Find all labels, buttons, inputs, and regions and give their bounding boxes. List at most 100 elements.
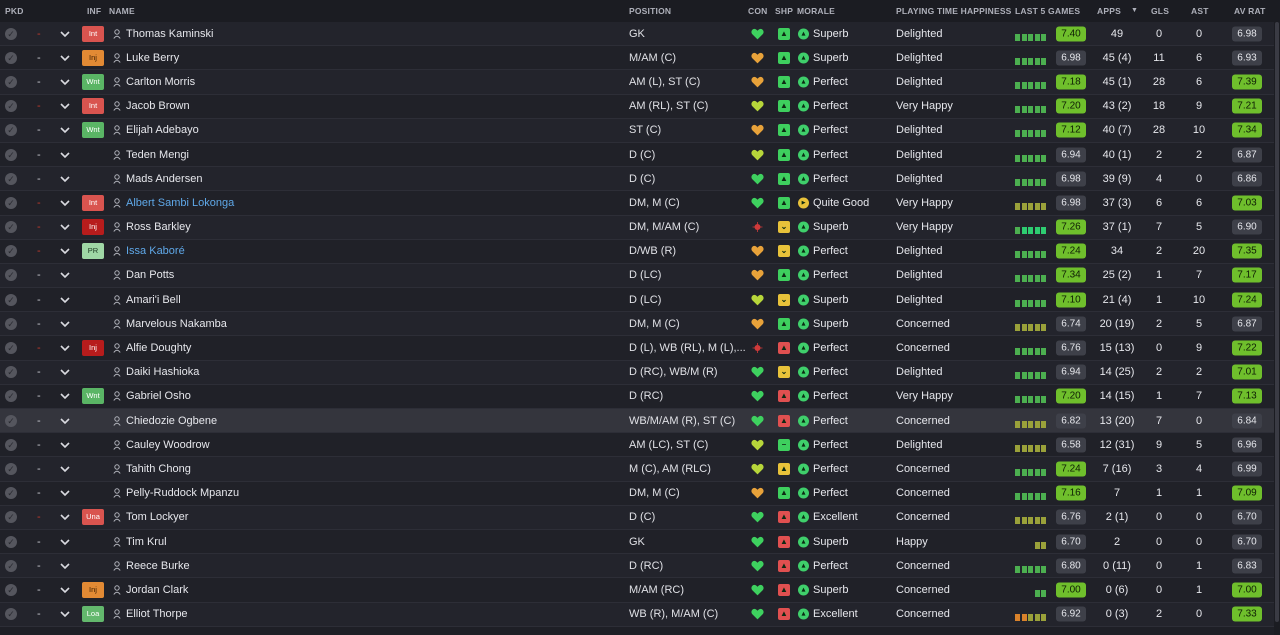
pick-toggle-icon[interactable]: ✓ [5, 462, 17, 475]
pick-toggle-icon[interactable]: ✓ [5, 51, 17, 64]
inf-badge[interactable]: Wnt [82, 73, 104, 90]
player-name[interactable]: Reece Burke [126, 560, 190, 572]
pick-toggle-icon[interactable]: ✓ [5, 559, 17, 572]
col-name[interactable]: NAME [109, 6, 135, 16]
player-name[interactable]: Issa Kaboré [126, 245, 185, 257]
pick-toggle-icon[interactable]: ✓ [5, 27, 17, 40]
chevron-down-icon[interactable] [60, 440, 70, 450]
chevron-down-icon[interactable] [60, 537, 70, 547]
table-row[interactable]: ✓ - Dan Potts D (LC) ▲ ▴ Perfect Delighted 7.34 2… [0, 263, 1274, 289]
table-row[interactable]: ✓ - Reece Burke D (RC) ▲ ▴ Perfect Concerned 6.8… [0, 554, 1274, 579]
chevron-down-icon[interactable] [60, 29, 70, 39]
table-row[interactable]: ✓ - Tim Krul GK ▲ ▴ Superb Happy 6.70 2 0 0 6.70 [0, 529, 1274, 555]
player-name[interactable]: Amari'i Bell [126, 294, 181, 306]
table-row[interactable]: ✓ - Cauley Woodrow AM (LC), ST (C) – ▴ Perfect… [0, 433, 1274, 458]
player-name[interactable]: Pelly-Ruddock Mpanzu [126, 487, 239, 499]
player-name[interactable]: Cauley Woodrow [126, 439, 210, 451]
player-name[interactable]: Teden Mengi [126, 149, 189, 161]
player-name[interactable]: Dan Potts [126, 269, 174, 281]
player-name[interactable]: Marvelous Nakamba [126, 318, 227, 330]
inf-badge[interactable]: Int [82, 194, 104, 211]
table-row[interactable]: ✓ - Wnt Carlton Morris AM (L), ST (C) ▲ ▴ Perfe… [0, 70, 1274, 95]
chevron-down-icon[interactable] [60, 222, 70, 232]
table-row[interactable]: ✓ - PR Issa Kaboré D/WB (R) ⌄ ▴ Perfect Delighte… [0, 239, 1274, 264]
player-name[interactable]: Tahith Chong [126, 463, 191, 475]
col-ast[interactable]: AST [1191, 6, 1209, 16]
player-name[interactable]: Luke Berry [126, 52, 179, 64]
col-gls[interactable]: GLS [1151, 6, 1169, 16]
chevron-down-icon[interactable] [60, 464, 70, 474]
inf-badge[interactable]: PR [82, 243, 104, 260]
chevron-down-icon[interactable] [60, 246, 70, 256]
chevron-down-icon[interactable] [60, 77, 70, 87]
col-con[interactable]: CON [748, 6, 768, 16]
sort-down-icon[interactable]: ▼ [1131, 7, 1138, 14]
chevron-down-icon[interactable] [60, 609, 70, 619]
table-row[interactable]: ✓ - Teden Mengi D (C) ▲ ▴ Perfect Delighted 6.94… [0, 142, 1274, 168]
pick-toggle-icon[interactable]: ✓ [5, 535, 17, 548]
pick-toggle-icon[interactable]: ✓ [5, 221, 17, 234]
inf-badge[interactable]: Int [82, 25, 104, 42]
player-name[interactable]: Tom Lockyer [126, 511, 188, 523]
table-row[interactable]: ✓ - Chiedozie Ogbene WB/M/AM (R), ST (C) ▲ ▴ P… [0, 409, 1274, 434]
table-row[interactable]: ✓ - Wnt Elijah Adebayo ST (C) ▲ ▴ Perfect Deligh… [0, 118, 1274, 143]
player-name[interactable]: Daiki Hashioka [126, 366, 199, 378]
chevron-down-icon[interactable] [60, 391, 70, 401]
pick-toggle-icon[interactable]: ✓ [5, 414, 17, 427]
pick-toggle-icon[interactable]: ✓ [5, 124, 17, 137]
col-pkd[interactable]: PKD [5, 6, 24, 16]
table-row[interactable]: ✓ - Inj Jordan Clark M/AM (RC) ▲ ▴ Superb Concer… [0, 578, 1274, 603]
player-name[interactable]: Elijah Adebayo [126, 124, 199, 136]
inf-badge[interactable]: Inj [82, 581, 104, 598]
pick-toggle-icon[interactable]: ✓ [5, 583, 17, 596]
chevron-down-icon[interactable] [60, 198, 70, 208]
col-avrat[interactable]: AV RAT [1234, 6, 1266, 16]
player-name[interactable]: Alfie Doughty [126, 342, 191, 354]
inf-badge[interactable]: Inj [82, 340, 104, 357]
table-row[interactable]: ✓ - Una Tom Lockyer D (C) ▲ ▴ Excellent Concerne… [0, 505, 1274, 530]
table-row[interactable]: ✓ - Loa Elliot Thorpe WB (R), M/AM (C) ▲ ▴ Exce… [0, 602, 1274, 627]
pick-toggle-icon[interactable]: ✓ [5, 511, 17, 524]
table-row[interactable]: ✓ - Inj Luke Berry M/AM (C) ▲ ▴ Superb Delighted… [0, 46, 1274, 71]
table-row[interactable]: ✓ - Tahith Chong M (C), AM (RLC) ▲ ▴ Perfect Co… [0, 457, 1274, 482]
player-name[interactable]: Carlton Morris [126, 76, 195, 88]
chevron-down-icon[interactable] [60, 488, 70, 498]
pick-toggle-icon[interactable]: ✓ [5, 342, 17, 355]
col-shp[interactable]: SHP [775, 6, 793, 16]
chevron-down-icon[interactable] [60, 53, 70, 63]
table-row[interactable]: ✓ - Daiki Hashioka D (RC), WB/M (R) ⌄ ▴ Perfec… [0, 360, 1274, 385]
table-row[interactable]: ✓ - Inj Alfie Doughty D (L), WB (RL), M (L),… [0, 336, 1274, 361]
pick-toggle-icon[interactable]: ✓ [5, 75, 17, 88]
scrollbar[interactable] [1274, 22, 1280, 635]
pick-toggle-icon[interactable]: ✓ [5, 366, 17, 379]
inf-badge[interactable]: Una [82, 509, 104, 526]
player-name[interactable]: Albert Sambi Lokonga [126, 197, 234, 209]
pick-toggle-icon[interactable]: ✓ [5, 269, 17, 282]
scrollbar-thumb[interactable] [1275, 22, 1279, 622]
player-name[interactable]: Tim Krul [126, 536, 167, 548]
chevron-down-icon[interactable] [60, 367, 70, 377]
player-name[interactable]: Chiedozie Ogbene [126, 415, 217, 427]
pick-toggle-icon[interactable]: ✓ [5, 148, 17, 161]
pick-toggle-icon[interactable]: ✓ [5, 487, 17, 500]
chevron-down-icon[interactable] [60, 343, 70, 353]
player-name[interactable]: Jacob Brown [126, 100, 190, 112]
pick-toggle-icon[interactable]: ✓ [5, 608, 17, 621]
col-playing-time[interactable]: PLAYING TIME HAPPINESS [896, 6, 1012, 16]
table-row[interactable]: ✓ - Int Albert Sambi Lokonga DM, M (C) ▲ ▸ Quit… [0, 191, 1274, 216]
chevron-down-icon[interactable] [60, 512, 70, 522]
inf-badge[interactable]: Int [82, 98, 104, 115]
col-last5[interactable]: LAST 5 GAMES [1015, 6, 1080, 16]
pick-toggle-icon[interactable]: ✓ [5, 245, 17, 258]
chevron-down-icon[interactable] [60, 270, 70, 280]
chevron-down-icon[interactable] [60, 125, 70, 135]
col-inf[interactable]: INF [87, 6, 101, 16]
table-row[interactable]: ✓ - Int Jacob Brown AM (RL), ST (C) ▲ ▴ Perfect… [0, 94, 1274, 119]
inf-badge[interactable]: Inj [82, 49, 104, 66]
inf-badge[interactable]: Loa [82, 606, 104, 623]
player-name[interactable]: Elliot Thorpe [126, 608, 188, 620]
pick-toggle-icon[interactable]: ✓ [5, 172, 17, 185]
table-row[interactable]: ✓ - Marvelous Nakamba DM, M (C) ▲ ▴ Superb Conc… [0, 312, 1274, 337]
pick-toggle-icon[interactable]: ✓ [5, 390, 17, 403]
pick-toggle-icon[interactable]: ✓ [5, 100, 17, 113]
